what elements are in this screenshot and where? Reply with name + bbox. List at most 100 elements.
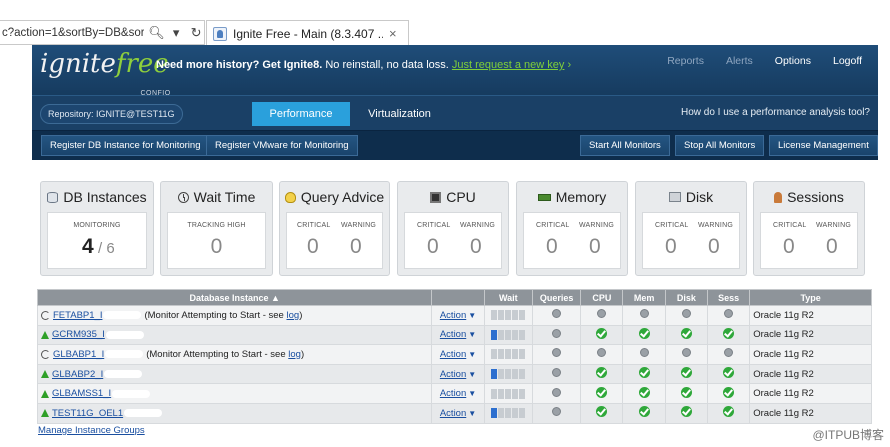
wait-bar[interactable] — [491, 388, 526, 399]
instance-link[interactable]: FETABP1_I — [53, 310, 102, 321]
ignite-logo[interactable]: ignitefree CONFIO — [40, 51, 170, 97]
ok-check-icon[interactable] — [723, 406, 735, 418]
redacted-mask — [105, 330, 144, 339]
ok-check-icon[interactable] — [680, 327, 692, 339]
ok-check-icon[interactable] — [723, 327, 735, 339]
col-cpu[interactable]: CPU — [580, 289, 624, 306]
col-sess[interactable]: Sess — [706, 289, 751, 306]
table-row[interactable]: GLBABP1_I (Monitor Attempting to Start -… — [36, 344, 872, 365]
type-cell: Oracle 11g R2 — [749, 402, 872, 424]
col-queries[interactable]: Queries — [531, 289, 582, 306]
action-menu[interactable]: Action — [440, 408, 466, 419]
lightbulb-icon — [284, 191, 296, 203]
wait-bar[interactable] — [491, 369, 526, 380]
promo-bold: Need more history? Get Ignite8. — [156, 59, 323, 71]
stop-all-button[interactable]: Stop All Monitors — [675, 135, 765, 156]
wait-bar[interactable] — [491, 408, 526, 419]
logoff-link[interactable]: Logoff — [817, 55, 868, 67]
instance-link[interactable]: TEST11G_OEL1 — [52, 408, 123, 419]
chevron-down-icon[interactable]: ▼ — [468, 311, 476, 320]
ok-check-icon[interactable] — [638, 406, 650, 418]
repository-badge[interactable]: Repository: IGNITE@TEST11G — [40, 104, 183, 124]
start-all-button[interactable]: Start All Monitors — [580, 135, 670, 156]
tab-title[interactable]: Ignite Free - Main (8.3.407 ... — [233, 27, 383, 41]
ok-check-icon[interactable] — [596, 406, 608, 418]
instance-link[interactable]: GLBABP2_I — [52, 369, 103, 380]
reports-link[interactable]: Reports — [651, 55, 710, 67]
instance-link[interactable]: GCRM935_I — [52, 329, 105, 340]
wait-bar[interactable] — [491, 349, 526, 360]
warning-count: 0 — [589, 235, 601, 258]
refresh-icon[interactable]: ↻ — [188, 25, 204, 41]
table-row[interactable]: TEST11G_OEL1 Action ▼ Oracle 11g R2 — [36, 402, 872, 424]
tab-virtualization[interactable]: Virtualization — [357, 102, 442, 126]
wait-bar-segment — [512, 388, 519, 399]
action-menu[interactable]: Action — [440, 329, 466, 340]
register-vmware-button[interactable]: Register VMware for Monitoring — [206, 135, 358, 156]
close-tab-icon[interactable]: × — [389, 26, 397, 41]
card-query-advice[interactable]: Query Advice CRITICAL WARNING 0 0 — [279, 181, 390, 276]
card-title: DB Instances — [63, 189, 147, 205]
ok-check-icon[interactable] — [596, 327, 608, 339]
chevron-down-icon[interactable]: ▼ — [468, 330, 476, 339]
chevron-down-icon[interactable]: ▼ — [468, 409, 476, 418]
request-key-link[interactable]: Just request a new key — [452, 59, 565, 71]
chevron-down-icon[interactable]: ▼ — [468, 370, 476, 379]
chevron-down-icon[interactable]: ▼ — [468, 350, 476, 359]
table-row[interactable]: GLBAMSS1_I Action ▼ Oracle 11g R2 — [36, 383, 872, 404]
card-sessions[interactable]: Sessions CRITICAL WARNING 0 0 — [753, 181, 865, 276]
table-row[interactable]: GCRM935_I Action ▼ Oracle 11g R2 — [36, 324, 872, 346]
col-disk[interactable]: Disk — [664, 289, 708, 306]
table-row[interactable]: FETABP1_I (Monitor Attempting to Start - … — [36, 305, 872, 326]
action-menu[interactable]: Action — [440, 349, 466, 360]
col-type[interactable]: Type — [749, 289, 872, 306]
manage-groups-link[interactable]: Manage Instance Groups — [38, 425, 145, 436]
wait-cell — [483, 324, 533, 346]
action-menu[interactable]: Action — [440, 388, 466, 399]
license-button[interactable]: License Management — [769, 135, 878, 156]
chevron-down-icon[interactable]: ▼ — [468, 389, 476, 398]
address-bar[interactable]: c?action=1&sortBy=DB&sortO 🔍︎ ▾ ↻ — [0, 20, 205, 45]
ok-check-icon[interactable] — [638, 386, 650, 398]
dropdown-icon[interactable]: ▾ — [168, 25, 184, 41]
help-link[interactable]: How do I use a performance analysis tool… — [681, 107, 870, 118]
ok-check-icon[interactable] — [596, 386, 608, 398]
log-link[interactable]: log — [287, 310, 300, 321]
log-link[interactable]: log — [288, 349, 301, 360]
ok-check-icon[interactable] — [723, 367, 735, 379]
ok-check-icon[interactable] — [638, 367, 650, 379]
ok-check-icon[interactable] — [638, 327, 650, 339]
wait-bar[interactable] — [491, 310, 526, 321]
instance-link[interactable]: GLBAMSS1_I — [52, 388, 111, 399]
col-mem[interactable]: Mem — [622, 289, 666, 306]
table-row[interactable]: GLBABP2_I Action ▼ Oracle 11g R2 — [36, 363, 872, 385]
status-up-icon — [41, 330, 49, 339]
register-db-button[interactable]: Register DB Instance for Monitoring — [41, 135, 210, 156]
card-cpu[interactable]: CPU CRITICAL WARNING 0 0 — [397, 181, 509, 276]
browser-tab[interactable]: Ignite Free - Main (8.3.407 ... × — [206, 20, 409, 46]
ok-check-icon[interactable] — [723, 386, 735, 398]
col-wait[interactable]: Wait — [483, 289, 533, 306]
ok-check-icon[interactable] — [596, 367, 608, 379]
card-memory[interactable]: Memory CRITICAL WARNING 0 0 — [516, 181, 628, 276]
card-disk[interactable]: Disk CRITICAL WARNING 0 0 — [635, 181, 747, 276]
inactive-status-icon — [597, 309, 607, 319]
address-text[interactable]: c?action=1&sortBy=DB&sortO — [0, 27, 144, 39]
action-menu[interactable]: Action — [440, 310, 466, 321]
action-menu[interactable]: Action — [440, 369, 466, 380]
options-link[interactable]: Options — [759, 55, 817, 67]
search-icon[interactable]: 🔍︎ — [148, 25, 165, 41]
card-db-instances[interactable]: DB Instances MONITORING 4 / 6 — [40, 181, 154, 276]
wait-bar[interactable] — [491, 329, 526, 340]
wait-cell — [483, 305, 533, 326]
alerts-link[interactable]: Alerts — [710, 55, 759, 67]
ok-check-icon[interactable] — [680, 386, 692, 398]
card-title: Query Advice — [300, 189, 385, 205]
card-wait-time[interactable]: Wait Time TRACKING HIGH 0 — [160, 181, 273, 276]
tab-performance[interactable]: Performance — [252, 102, 350, 126]
col-database-instance[interactable]: Database Instance ▲ — [36, 289, 433, 306]
instance-link[interactable]: GLBABP1_I — [53, 349, 104, 360]
ok-check-icon[interactable] — [680, 406, 692, 418]
ok-check-icon[interactable] — [680, 367, 692, 379]
wait-bar-segment — [519, 388, 526, 399]
